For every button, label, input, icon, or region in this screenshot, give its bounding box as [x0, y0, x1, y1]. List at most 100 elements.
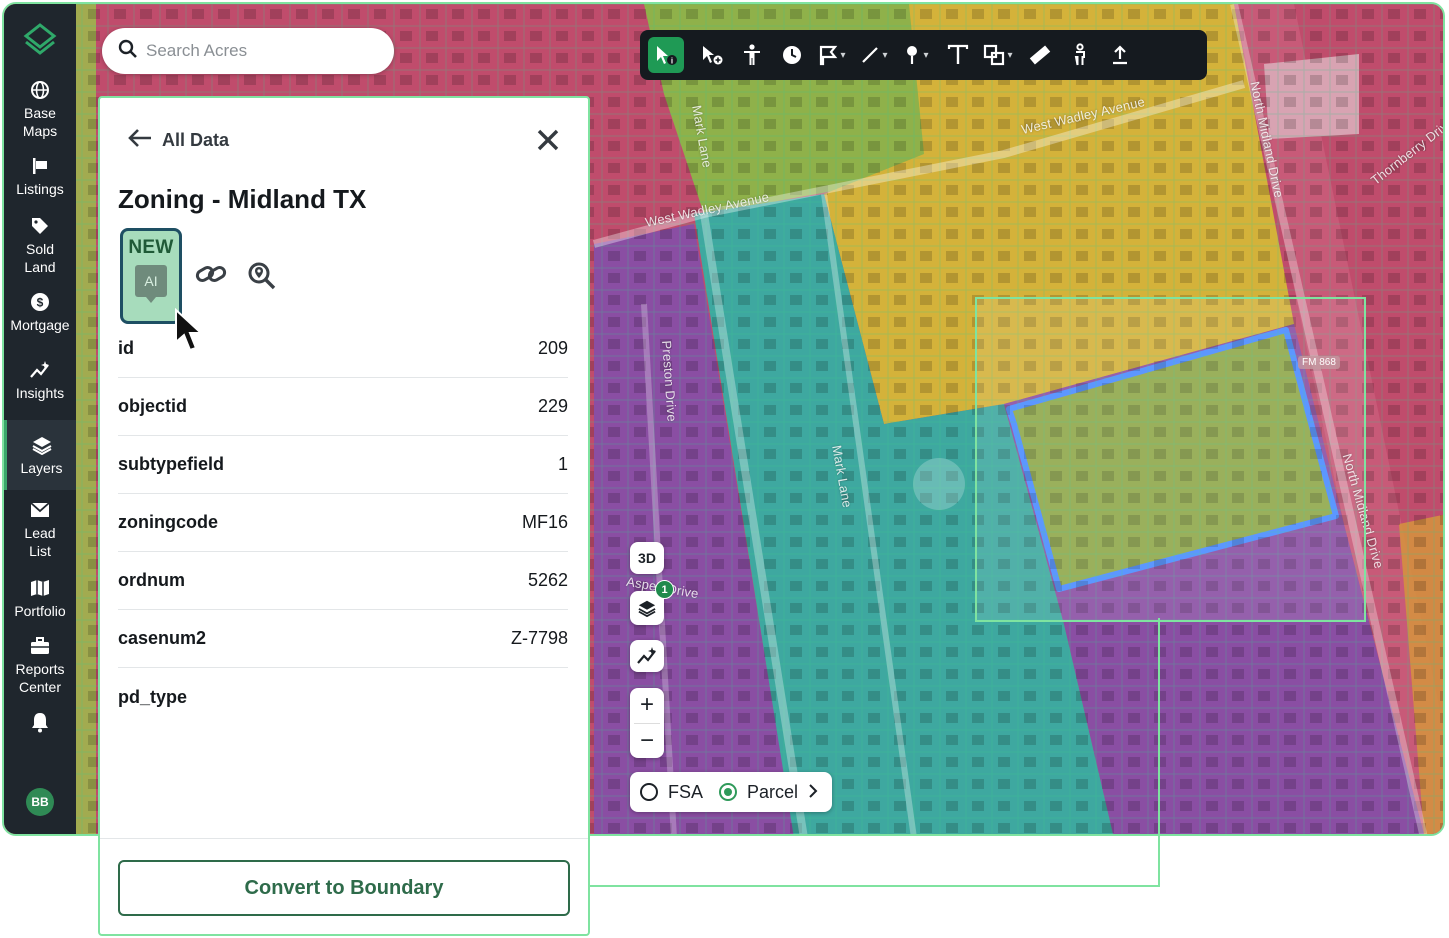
chevron-down-icon[interactable]: ▾	[923, 50, 928, 61]
parcel-info-panel: All Data Zoning - Midland TX NEW AI id 20…	[98, 96, 590, 936]
arrow-left-icon	[128, 128, 152, 153]
pedestrian-icon	[1074, 43, 1085, 66]
back-to-all-data-link[interactable]: All Data	[128, 128, 229, 153]
flag-icon	[820, 45, 838, 66]
sparkle-chart-icon	[637, 647, 656, 664]
table-row: casenum2 Z-7798	[118, 610, 568, 668]
callout-connector	[590, 885, 1160, 887]
sidebar-item-label: Base Maps	[22, 104, 58, 139]
sign-icon	[29, 155, 51, 177]
fsa-radio[interactable]	[640, 783, 658, 801]
sidebar-item-portfolio[interactable]: Portfolio	[4, 572, 76, 624]
cursor-plus-icon	[703, 46, 723, 65]
sidebar-item-label: Mortgage	[10, 316, 70, 333]
back-label: All Data	[162, 130, 230, 150]
left-sidebar: Base Maps Listings Sold Land $ Mortgage …	[4, 4, 76, 834]
search-input[interactable]	[146, 41, 376, 61]
new-badge: NEW	[128, 237, 174, 258]
upload-icon	[1113, 45, 1127, 65]
chevron-down-icon[interactable]: ▾	[1007, 50, 1012, 61]
svg-text:i: i	[671, 57, 673, 66]
sidebar-item-label: Reports Center	[15, 660, 65, 695]
sidebar-item-label: Portfolio	[14, 602, 66, 619]
line-icon	[862, 47, 879, 63]
svg-text:$: $	[37, 295, 44, 309]
parcel-radio[interactable]	[719, 783, 738, 801]
globe-icon	[29, 79, 51, 101]
sidebar-item-insights[interactable]: Insights	[4, 356, 76, 404]
convert-to-boundary-button[interactable]: Convert to Boundary	[118, 860, 570, 916]
ai-chat-icon: AI	[135, 265, 167, 303]
shapes-tool[interactable]: ▾	[980, 37, 1016, 73]
history-tool[interactable]	[774, 37, 810, 73]
shapes-icon	[984, 44, 1005, 66]
locate-search-icon[interactable]	[248, 262, 276, 295]
app-logo-icon[interactable]	[20, 18, 60, 60]
sidebar-item-sold-land[interactable]: Sold Land	[4, 214, 76, 276]
zoom-control: + −	[630, 688, 664, 758]
table-row: zoningcode MF16	[118, 494, 568, 552]
fsa-label[interactable]: FSA	[668, 782, 703, 803]
bell-icon	[29, 711, 51, 733]
map-book-icon	[29, 577, 51, 599]
table-row: pd_type	[118, 686, 188, 707]
user-avatar[interactable]: BB	[26, 788, 54, 816]
insights-button[interactable]	[630, 640, 664, 672]
notifications-button[interactable]	[4, 710, 76, 736]
mail-icon	[29, 499, 51, 521]
sidebar-item-label: Sold Land	[24, 240, 56, 275]
measure-tool[interactable]	[1022, 37, 1058, 73]
sidebar-item-mortgage[interactable]: $ Mortgage	[4, 290, 76, 334]
layers-icon	[638, 600, 656, 617]
briefcase-icon	[29, 635, 51, 657]
clock-icon	[783, 46, 801, 64]
callout-connector	[1158, 618, 1160, 887]
parcel-label[interactable]: Parcel	[747, 782, 798, 803]
text-icon	[947, 44, 969, 64]
sidebar-item-lead-list[interactable]: Lead List	[4, 494, 76, 564]
pin-tool[interactable]: ▾	[898, 37, 934, 73]
pin-icon	[907, 46, 918, 64]
line-tool[interactable]: ▾	[856, 37, 892, 73]
search-icon	[118, 39, 138, 64]
street-view-tool[interactable]	[1062, 37, 1098, 73]
chevron-down-icon[interactable]: ▾	[840, 50, 845, 61]
person-icon	[744, 44, 760, 65]
map-toolbar: i ▾ ▾ ▾ ▾	[640, 30, 1207, 80]
table-row: subtypefield 1	[118, 436, 568, 494]
sidebar-item-label: Insights	[15, 384, 65, 401]
layers-icon	[31, 434, 53, 456]
parcel-highlight-frame	[975, 297, 1366, 622]
parcel-mode-selector: FSA Parcel	[630, 772, 832, 812]
attribute-table: id 209 objectid 229 subtypefield 1 zoningco…	[118, 320, 568, 726]
chevron-right-icon[interactable]	[808, 782, 818, 803]
upload-tool[interactable]	[1102, 37, 1138, 73]
chevron-down-icon[interactable]: ▾	[882, 50, 887, 61]
search-bar[interactable]	[102, 28, 394, 74]
zoom-in-button[interactable]: +	[630, 688, 664, 723]
zoom-out-button[interactable]: −	[630, 723, 664, 758]
divider	[100, 838, 588, 839]
link-icon[interactable]	[194, 260, 228, 293]
cursor-info-icon: i	[657, 46, 677, 66]
3d-toggle-button[interactable]: 3D	[630, 542, 664, 574]
text-tool[interactable]	[940, 37, 976, 73]
table-row: objectid 229	[118, 378, 568, 436]
select-info-tool[interactable]: i	[648, 37, 684, 73]
person-tool[interactable]	[734, 37, 770, 73]
table-row: id 209	[118, 320, 568, 378]
sidebar-item-base-maps[interactable]: Base Maps	[4, 78, 76, 140]
sidebar-item-layers[interactable]: Layers	[4, 420, 76, 490]
sidebar-item-reports-center[interactable]: Reports Center	[4, 634, 76, 696]
close-icon[interactable]	[536, 128, 562, 154]
panel-title: Zoning - Midland TX	[118, 184, 367, 214]
table-row: ordnum 5262	[118, 552, 568, 610]
layers-count-badge: 1	[655, 580, 674, 599]
sparkle-chart-icon	[29, 359, 51, 381]
flag-tool[interactable]: ▾	[814, 37, 850, 73]
sidebar-item-label: Lead List	[24, 524, 56, 559]
sidebar-item-listings[interactable]: Listings	[4, 154, 76, 198]
tag-icon	[29, 215, 51, 237]
select-add-tool[interactable]	[694, 37, 730, 73]
sidebar-item-label: Listings	[16, 180, 64, 197]
